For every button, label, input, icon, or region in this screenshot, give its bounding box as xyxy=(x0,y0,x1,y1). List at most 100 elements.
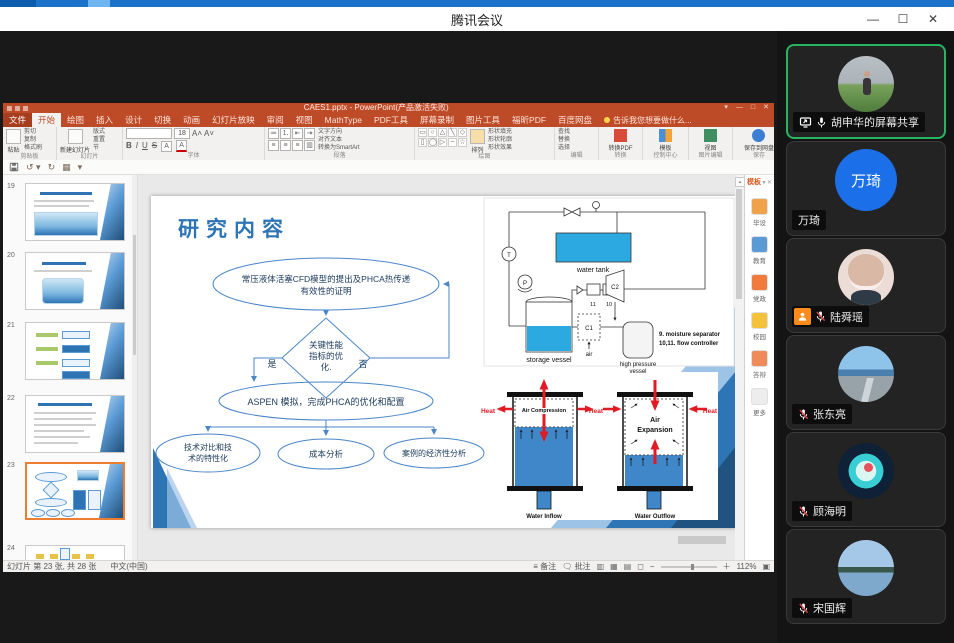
tab-screen-record[interactable]: 屏幕录制 xyxy=(414,113,460,127)
tab-mathtype[interactable]: MathType xyxy=(319,113,368,127)
strikethrough-button[interactable]: S xyxy=(152,141,157,151)
layout-button[interactable]: 版式 xyxy=(93,128,105,136)
font-family-input[interactable] xyxy=(126,128,172,139)
vertical-scrollbar[interactable]: ▴ xyxy=(735,175,744,560)
cut-button[interactable]: 剪切 xyxy=(24,128,42,136)
format-painter-button[interactable]: 格式刷 xyxy=(24,144,42,152)
tab-review[interactable]: 审阅 xyxy=(261,113,290,127)
panel-dropdown-icon[interactable]: ▾ xyxy=(762,179,765,186)
template-item-dabian[interactable]: 答辩 xyxy=(745,350,774,379)
convert-pdf-button[interactable]: 转换PDF xyxy=(608,128,632,152)
arrange-button[interactable]: 排列 xyxy=(470,128,485,154)
shape-effects-button[interactable]: 形状效果 xyxy=(488,144,512,152)
bullets-icon[interactable]: ≔ xyxy=(268,128,279,139)
ppt-close-button[interactable]: ✕ xyxy=(763,103,769,113)
customize-qat-icon[interactable]: ▾ xyxy=(78,161,83,174)
ppt-minimize-button[interactable]: — xyxy=(736,103,743,113)
reading-view-icon[interactable]: ▤ xyxy=(624,562,632,571)
template-item-dangzheng[interactable]: 党政 xyxy=(745,274,774,303)
font-size-input[interactable]: 18 xyxy=(174,128,190,139)
template-button[interactable]: 模板 xyxy=(659,128,672,152)
tab-view[interactable]: 视图 xyxy=(290,113,319,127)
slide-thumbnail-22[interactable] xyxy=(25,395,125,453)
align-center-icon[interactable]: ≡ xyxy=(280,140,291,151)
align-text-button[interactable]: 对齐文本 xyxy=(318,136,360,144)
numbering-icon[interactable]: ⒈ xyxy=(280,128,291,139)
slide-thumbnail-23-selected[interactable] xyxy=(25,462,125,520)
section-button[interactable]: 节 xyxy=(93,144,105,152)
slide-thumbnail-20[interactable] xyxy=(25,252,125,310)
font-color-icon[interactable]: A xyxy=(176,140,187,152)
underline-button[interactable]: U xyxy=(142,141,148,151)
maximize-button[interactable]: ☐ xyxy=(888,12,918,26)
template-item-xiaoyuan[interactable]: 校园 xyxy=(745,312,774,341)
copy-button[interactable]: 复制 xyxy=(24,136,42,144)
close-button[interactable]: ✕ xyxy=(918,12,948,26)
shape-outline-button[interactable]: 形状轮廓 xyxy=(488,136,512,144)
slide-thumbnail-21[interactable] xyxy=(25,322,125,380)
save-icon[interactable] xyxy=(9,162,19,172)
align-right-icon[interactable]: ≡ xyxy=(292,140,303,151)
slide-thumbnail-19[interactable] xyxy=(25,183,125,241)
paste-button[interactable]: 粘贴 xyxy=(6,128,21,154)
shapes-gallery[interactable]: ▭○△╲◇ ▯◯▷~☆ xyxy=(418,128,467,147)
minimize-button[interactable]: — xyxy=(858,12,888,26)
tab-baidu-pan[interactable]: 百度网盘 xyxy=(552,113,598,127)
char-spacing-icon[interactable]: A xyxy=(161,141,172,152)
participant-tile[interactable]: 万琦 万琦 xyxy=(786,141,946,236)
participant-tile-sharing[interactable]: 胡申华的屏幕共享 xyxy=(786,44,946,139)
undo-icon[interactable]: ↺ ▾ xyxy=(26,161,41,174)
template-item-bishe[interactable]: 毕设 xyxy=(745,198,774,227)
smartart-button[interactable]: 转换为SmartArt xyxy=(318,144,360,152)
participant-tile[interactable]: 张东亮 xyxy=(786,335,946,430)
columns-icon[interactable]: ▥ xyxy=(304,140,315,151)
tab-slideshow[interactable]: 幻灯片放映 xyxy=(206,113,261,127)
ppt-ribbon-options-icon[interactable]: ▾ xyxy=(724,103,728,113)
participant-tile[interactable]: 宋国辉 xyxy=(786,529,946,624)
tab-animations[interactable]: 动画 xyxy=(177,113,206,127)
slideshow-icon[interactable]: ◻ xyxy=(637,562,644,571)
new-slide-button[interactable]: 新建幻灯片 xyxy=(60,128,90,154)
text-direction-button[interactable]: 文字方向 xyxy=(318,128,360,136)
redo-icon[interactable]: ↻ xyxy=(48,161,56,174)
align-left-icon[interactable]: ≡ xyxy=(268,140,279,151)
zoom-slider[interactable] xyxy=(661,566,717,568)
slide-thumbnail-24[interactable] xyxy=(25,545,125,560)
scroll-up-button[interactable]: ▴ xyxy=(735,177,744,187)
template-item-jiaoyu[interactable]: 教育 xyxy=(745,236,774,265)
zoom-in-button[interactable]: ＋ xyxy=(723,561,731,572)
zoom-level[interactable]: 112% xyxy=(737,562,757,571)
notes-button[interactable]: ≡ 备注 xyxy=(533,561,556,572)
view-button[interactable]: 视图 xyxy=(704,128,717,152)
panel-close-icon[interactable]: ✕ xyxy=(767,179,772,186)
replace-button[interactable]: 替换 xyxy=(558,136,570,144)
normal-view-icon[interactable]: ▥ xyxy=(597,562,605,571)
tab-picture-tools[interactable]: 图片工具 xyxy=(460,113,506,127)
thumbnail-scrollbar[interactable] xyxy=(132,175,137,560)
fit-to-window-icon[interactable]: ▣ xyxy=(762,562,770,571)
participant-tile[interactable]: 陆舜瑶 xyxy=(786,238,946,333)
tab-draw[interactable]: 绘图 xyxy=(61,113,90,127)
tab-foxit-pdf[interactable]: 福昕PDF xyxy=(506,113,552,127)
tab-home[interactable]: 开始 xyxy=(32,113,61,127)
tell-me-box[interactable]: 告诉我您想要做什么... xyxy=(598,113,698,127)
ppt-maximize-button[interactable]: □ xyxy=(751,103,755,113)
tab-insert[interactable]: 插入 xyxy=(90,113,119,127)
shrink-font-icon[interactable]: A˅ xyxy=(204,129,214,139)
tab-transitions[interactable]: 切换 xyxy=(148,113,177,127)
template-item-more[interactable]: 更多 xyxy=(745,388,774,417)
italic-button[interactable]: I xyxy=(136,141,138,151)
shape-fill-button[interactable]: 形状填充 xyxy=(488,128,512,136)
zoom-out-button[interactable]: − xyxy=(650,562,655,571)
start-slideshow-icon[interactable]: ▦ xyxy=(62,161,71,174)
save-to-pan-button[interactable]: 保存到网盘 xyxy=(744,128,774,152)
tab-file[interactable]: 文件 xyxy=(3,113,32,127)
tab-design[interactable]: 设计 xyxy=(119,113,148,127)
indent-icon[interactable]: ⇤ xyxy=(292,128,303,139)
bold-button[interactable]: B xyxy=(126,141,132,151)
language-indicator[interactable]: 中文(中国) xyxy=(110,561,147,572)
participant-tile[interactable]: 顾海明 xyxy=(786,432,946,527)
select-button[interactable]: 选择 xyxy=(558,144,570,152)
outdent-icon[interactable]: ⇥ xyxy=(304,128,315,139)
grow-font-icon[interactable]: A˄ xyxy=(192,129,202,139)
